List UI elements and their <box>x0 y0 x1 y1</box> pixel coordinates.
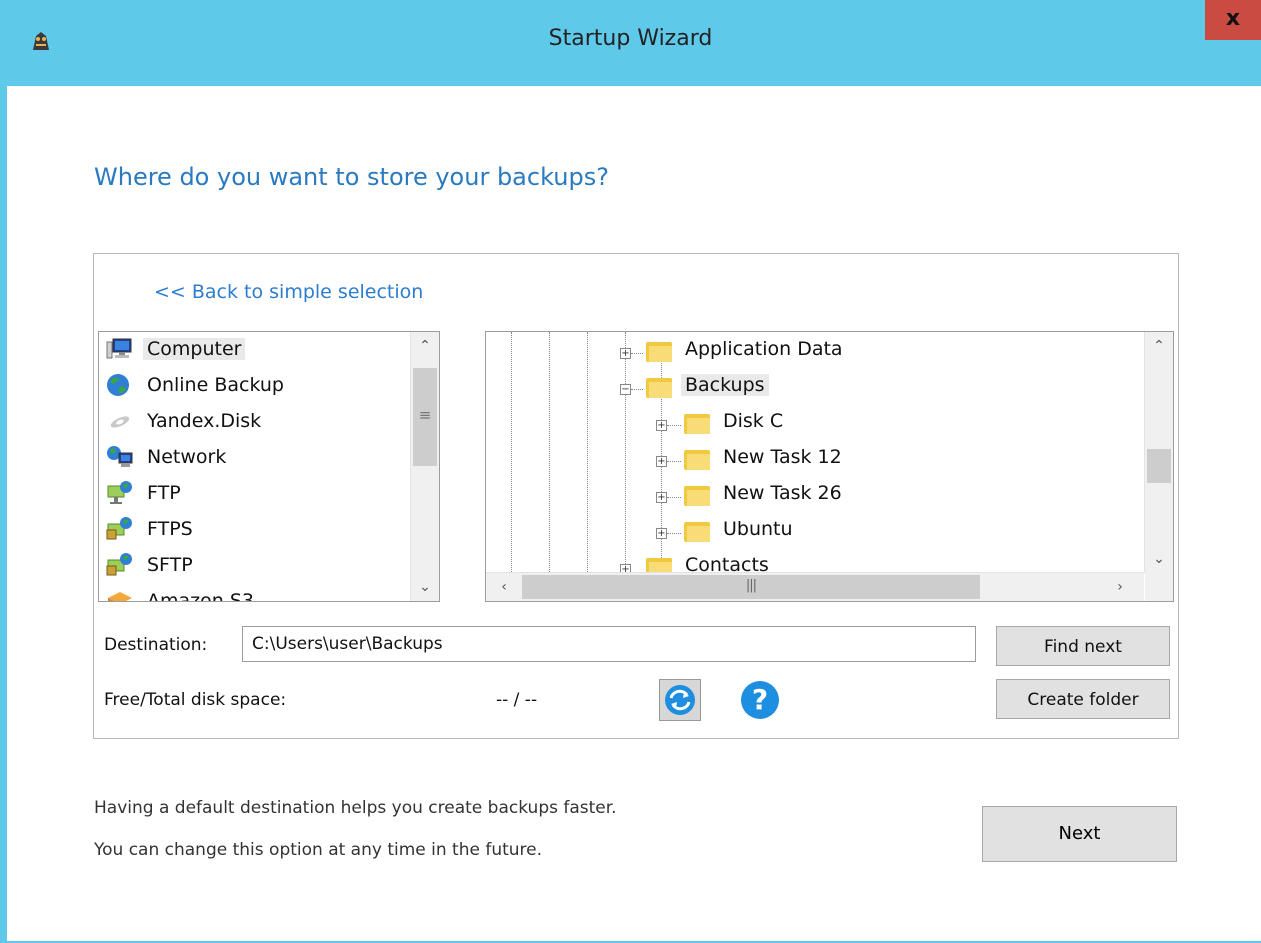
globe-icon <box>107 374 129 396</box>
ftps-icon <box>106 517 132 540</box>
location-item-online-backup[interactable]: Online Backup <box>105 370 288 400</box>
location-label: FTP <box>147 482 181 504</box>
tree-node-new-task-12[interactable]: New Task 12 <box>719 446 846 468</box>
folder-icon <box>684 448 710 470</box>
location-list[interactable]: Computer Online Backup Yandex.Disk Netwo… <box>98 331 440 602</box>
expand-icon[interactable]: + <box>656 456 667 467</box>
tree-connector <box>631 389 643 390</box>
close-button[interactable]: x <box>1205 0 1261 40</box>
find-next-button[interactable]: Find next <box>996 626 1170 666</box>
folder-tree-horizontal-scrollbar[interactable]: ‹ ||| › <box>486 572 1144 601</box>
folder-icon <box>684 484 710 506</box>
refresh-icon <box>665 685 695 715</box>
expand-icon[interactable]: + <box>620 348 631 359</box>
grip-icon: ||| <box>745 578 757 593</box>
yandex-disk-icon <box>110 416 130 428</box>
scroll-right-icon[interactable]: › <box>1106 573 1134 601</box>
location-item-amazon-s3[interactable]: Amazon S3 <box>105 586 258 602</box>
location-label: Computer <box>143 338 246 360</box>
scroll-left-icon[interactable]: ‹ <box>490 573 518 601</box>
location-label: Amazon S3 <box>147 590 254 602</box>
location-item-yandex-disk[interactable]: Yandex.Disk <box>105 406 265 436</box>
location-item-sftp[interactable]: SFTP <box>105 550 197 580</box>
window-frame-left <box>0 86 7 943</box>
location-list-scrollbar[interactable]: ⌃ ≡ ⌄ <box>410 332 439 601</box>
amazon-s3-icon <box>108 592 132 601</box>
footer-hint-line-1: Having a default destination helps you c… <box>94 798 617 818</box>
back-to-simple-selection-link[interactable]: << Back to simple selection <box>154 281 423 303</box>
location-item-network[interactable]: Network <box>105 442 230 472</box>
footer-hint-line-2: You can change this option at any time i… <box>94 840 543 860</box>
folder-icon <box>646 376 672 398</box>
scrollbar-thumb[interactable]: ||| <box>522 575 980 599</box>
computer-icon <box>106 338 132 359</box>
tree-node-new-task-26[interactable]: New Task 26 <box>719 482 846 504</box>
title-bar: Startup Wizard x <box>0 0 1261 86</box>
grip-icon: ≡ <box>418 406 432 424</box>
location-label: Network <box>147 446 227 468</box>
scrollbar-thumb[interactable] <box>1147 449 1171 483</box>
location-label: SFTP <box>147 554 193 576</box>
tree-node-disk-c[interactable]: Disk C <box>719 410 787 432</box>
tree-guide-line <box>511 332 512 572</box>
location-item-ftps[interactable]: FTPS <box>105 514 197 544</box>
sftp-icon <box>106 553 132 576</box>
next-button[interactable]: Next <box>982 806 1177 862</box>
tree-guide-line <box>625 332 626 572</box>
expand-icon[interactable]: + <box>656 420 667 431</box>
tree-node-application-data[interactable]: Application Data <box>681 338 847 360</box>
network-icon <box>107 446 133 467</box>
help-icon[interactable]: ? <box>741 681 779 719</box>
disk-space-value: -- / -- <box>496 690 538 710</box>
location-label: Online Backup <box>147 374 284 396</box>
disk-space-label: Free/Total disk space: <box>104 690 287 710</box>
tree-connector <box>667 461 681 462</box>
tree-connector <box>667 533 681 534</box>
tree-node-backups[interactable]: Backups <box>681 374 769 396</box>
tree-connector <box>631 353 643 354</box>
tree-connector <box>667 497 681 498</box>
ftp-icon <box>107 481 132 504</box>
window-title: Startup Wizard <box>548 26 713 51</box>
scroll-up-icon[interactable]: ⌃ <box>411 332 439 360</box>
scroll-down-icon[interactable]: ⌄ <box>411 573 439 601</box>
scrollbar-corner <box>1145 573 1173 601</box>
location-label: Yandex.Disk <box>147 410 262 432</box>
tree-connector <box>667 425 681 426</box>
location-item-ftp[interactable]: FTP <box>105 478 185 508</box>
tree-node-ubuntu[interactable]: Ubuntu <box>719 518 797 540</box>
scroll-down-icon[interactable]: ⌄ <box>1145 545 1173 573</box>
expand-icon[interactable]: + <box>656 492 667 503</box>
collapse-icon[interactable]: − <box>620 384 631 395</box>
tree-guide-line <box>549 332 550 572</box>
folder-icon <box>684 412 710 434</box>
tree-guide-line <box>587 332 588 572</box>
folder-tree[interactable]: + Application Data − Backups + Disk C + … <box>485 331 1174 602</box>
scroll-up-icon[interactable]: ⌃ <box>1145 332 1173 360</box>
location-item-computer[interactable]: Computer <box>105 334 246 364</box>
folder-icon <box>646 340 672 362</box>
destination-field[interactable] <box>242 626 976 662</box>
folder-icon <box>684 520 710 542</box>
destination-label: Destination: <box>104 635 208 655</box>
location-label: FTPS <box>147 518 193 540</box>
destination-panel: << Back to simple selection Computer Onl… <box>93 253 1179 739</box>
scrollbar-thumb[interactable]: ≡ <box>413 368 437 466</box>
create-folder-button[interactable]: Create folder <box>996 679 1170 719</box>
expand-icon[interactable]: + <box>656 528 667 539</box>
page-heading: Where do you want to store your backups? <box>94 163 609 191</box>
refresh-button[interactable] <box>659 679 701 721</box>
folder-tree-vertical-scrollbar[interactable]: ⌃ ⌄ <box>1144 332 1173 573</box>
